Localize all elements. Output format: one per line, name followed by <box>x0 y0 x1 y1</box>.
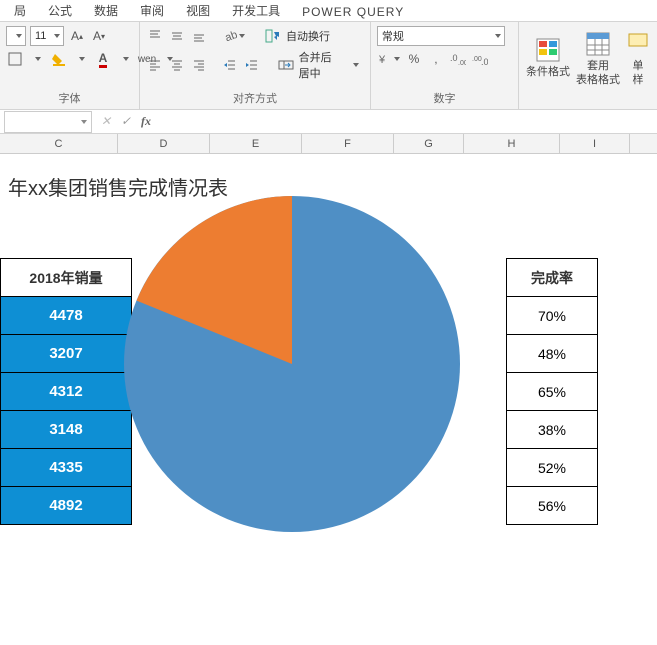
font-size-dropdown[interactable]: 11 <box>30 26 64 46</box>
column-headers: C D E F G H I <box>0 134 657 154</box>
sales-table: 2018年销量 4478 3207 4312 3148 4335 4892 <box>0 258 132 525</box>
group-styles: 条件格式 套用表格格式 单样 <box>519 22 657 109</box>
border-icon[interactable] <box>6 49 24 69</box>
col-h[interactable]: H <box>464 134 560 153</box>
table-row: 38% <box>507 411 598 449</box>
table-row: 4312 <box>1 373 132 411</box>
fill-color-icon[interactable] <box>50 49 68 69</box>
conditional-format-button[interactable]: 条件格式 <box>525 28 571 88</box>
orientation-icon[interactable]: ab <box>222 26 246 46</box>
tab-review[interactable]: 审阅 <box>130 0 174 21</box>
svg-text:.00: .00 <box>458 60 466 66</box>
font-color-dropdown[interactable] <box>116 49 134 69</box>
worksheet[interactable]: 年xx集团销售完成情况表 2018年销量 4478 3207 4312 3148… <box>0 154 657 645</box>
svg-text:ab: ab <box>224 29 237 43</box>
wrap-text-icon[interactable] <box>264 26 282 46</box>
col-f[interactable]: F <box>302 134 394 153</box>
group-label-number: 数字 <box>377 88 512 109</box>
decrease-indent-icon[interactable] <box>221 55 239 75</box>
cell-styles-button[interactable]: 单样 <box>625 28 651 88</box>
decrease-font-icon[interactable]: A▾ <box>90 26 108 46</box>
name-box[interactable] <box>4 111 92 133</box>
border-dropdown[interactable] <box>28 49 46 69</box>
svg-text:.0: .0 <box>481 57 488 66</box>
group-number: 常规 ¥ % , .0.00 .00.0 数字 <box>371 22 519 109</box>
table-row: 3148 <box>1 411 132 449</box>
table-row: 4478 <box>1 297 132 335</box>
group-alignment: ab 自动换行 合并后居中 对齐方式 <box>140 22 371 109</box>
enter-icon[interactable]: ✓ <box>116 112 136 132</box>
rate-table: 完成率 70% 48% 65% 38% 52% 56% <box>506 258 598 525</box>
group-label-styles <box>525 104 651 109</box>
formula-bar: ✕ ✓ fx <box>0 110 657 134</box>
formula-input[interactable] <box>156 111 657 133</box>
increase-indent-icon[interactable] <box>243 55 261 75</box>
tab-data[interactable]: 数据 <box>84 0 128 21</box>
col-i[interactable]: I <box>560 134 630 153</box>
comma-icon[interactable]: , <box>427 49 445 69</box>
col-c[interactable]: C <box>0 134 118 153</box>
pie-chart[interactable] <box>122 194 462 534</box>
tab-developer[interactable]: 开发工具 <box>222 0 290 21</box>
ribbon-tabs: 局 公式 数据 审阅 视图 开发工具 POWER QUERY <box>0 0 657 22</box>
increase-font-icon[interactable]: A▴ <box>68 26 86 46</box>
table-row: 3207 <box>1 335 132 373</box>
fill-color-dropdown[interactable] <box>72 49 90 69</box>
table-row: 48% <box>507 335 598 373</box>
col-e[interactable]: E <box>210 134 302 153</box>
cancel-icon[interactable]: ✕ <box>96 112 116 132</box>
accounting-icon[interactable]: ¥ <box>377 49 401 69</box>
tab-layout[interactable]: 局 <box>4 0 36 21</box>
font-dropdown[interactable] <box>6 26 26 46</box>
ribbon: 11 A▴ A▾ A wen 字体 <box>0 22 657 110</box>
wrap-text-label: 自动换行 <box>286 28 330 44</box>
align-right-icon[interactable] <box>190 55 208 75</box>
rate-header: 完成率 <box>507 259 598 297</box>
col-d[interactable]: D <box>118 134 210 153</box>
table-row: 70% <box>507 297 598 335</box>
align-center-icon[interactable] <box>168 55 186 75</box>
increase-decimal-icon[interactable]: .0.00 <box>449 49 467 69</box>
percent-icon[interactable]: % <box>405 49 423 69</box>
svg-text:¥: ¥ <box>378 54 386 66</box>
number-format-dropdown[interactable]: 常规 <box>377 26 505 46</box>
group-label-font: 字体 <box>6 88 133 109</box>
table-row: 65% <box>507 373 598 411</box>
merge-dropdown[interactable] <box>346 55 364 75</box>
align-bottom-icon[interactable] <box>190 26 208 46</box>
table-row: 4892 <box>1 487 132 525</box>
merge-icon[interactable] <box>277 55 295 75</box>
fx-icon[interactable]: fx <box>136 112 156 132</box>
sales-header: 2018年销量 <box>1 259 132 297</box>
font-color-icon[interactable]: A <box>94 49 112 69</box>
table-row: 52% <box>507 449 598 487</box>
tab-power-query[interactable]: POWER QUERY <box>292 2 414 21</box>
tab-view[interactable]: 视图 <box>176 0 220 21</box>
table-row: 56% <box>507 487 598 525</box>
group-label-alignment: 对齐方式 <box>146 88 364 109</box>
align-left-icon[interactable] <box>146 55 164 75</box>
tab-formulas[interactable]: 公式 <box>38 0 82 21</box>
table-row: 4335 <box>1 449 132 487</box>
merge-label: 合并后居中 <box>299 49 342 81</box>
col-g[interactable]: G <box>394 134 464 153</box>
group-font: 11 A▴ A▾ A wen 字体 <box>0 22 140 109</box>
decrease-decimal-icon[interactable]: .00.0 <box>471 49 489 69</box>
format-table-button[interactable]: 套用表格格式 <box>575 28 621 88</box>
align-middle-icon[interactable] <box>168 26 186 46</box>
svg-text:.0: .0 <box>450 53 458 63</box>
align-top-icon[interactable] <box>146 26 164 46</box>
